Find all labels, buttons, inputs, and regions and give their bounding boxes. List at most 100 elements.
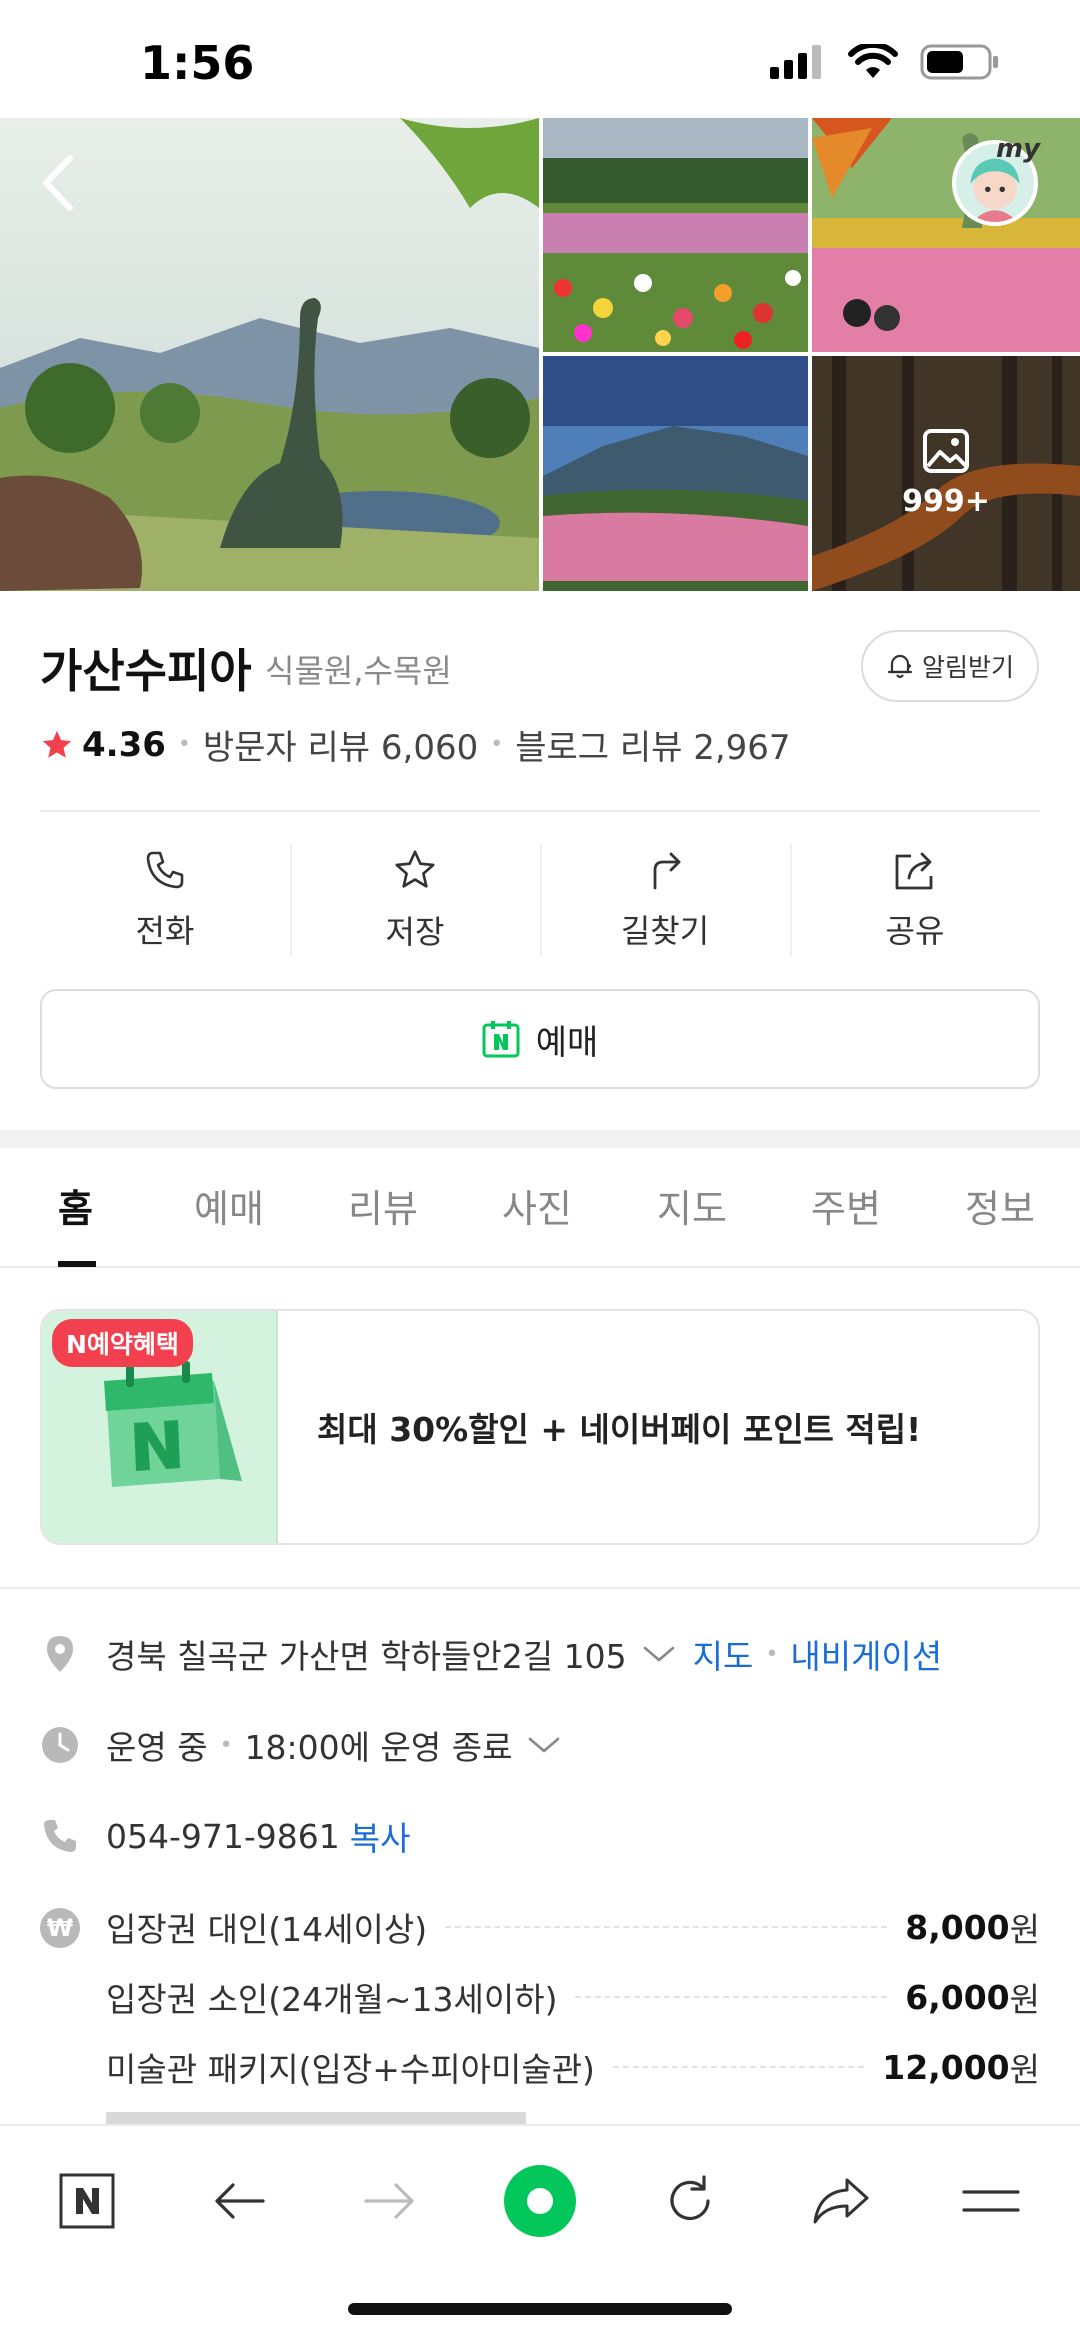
my-label: my	[996, 134, 1041, 164]
call-button[interactable]: 전화	[40, 840, 290, 960]
reserve-label: 예매	[535, 1022, 599, 1063]
save-label: 저장	[385, 913, 445, 951]
price-leader	[445, 1926, 888, 1928]
price-unit: 원	[1009, 2050, 1040, 2089]
save-button[interactable]: 저장	[290, 840, 540, 960]
reserve-button[interactable]: 예매	[40, 989, 1040, 1089]
tab-map[interactable]: 지도	[657, 1178, 727, 1233]
price-amount: 6,000	[905, 1977, 1010, 2017]
price-unit: 원	[1009, 1980, 1040, 2019]
hours-detail: 18:00에 운영 종료	[244, 1728, 513, 1767]
price-leader	[612, 2066, 865, 2068]
phone-number[interactable]: 054-971-9861	[106, 1817, 340, 1856]
location-pin-icon	[47, 1636, 73, 1672]
tab-reservation[interactable]: 예매	[194, 1178, 264, 1233]
clock-icon	[42, 1727, 78, 1763]
copy-phone-button[interactable]: 복사	[350, 1812, 411, 1860]
promo-image: N예약혜택	[42, 1311, 278, 1543]
refresh-button[interactable]	[645, 2156, 735, 2246]
tab-reviews[interactable]: 리뷰	[348, 1178, 418, 1233]
wifi-icon	[848, 44, 898, 78]
share-page-button[interactable]	[796, 2156, 886, 2246]
separator-dot: •	[490, 732, 504, 757]
price-row: 미술관 패키지(입장+수피아미술관) 12,000 원	[106, 2043, 1040, 2091]
price-row: 입장권 소인(24개월~13세이하) 6,000 원	[106, 1973, 1040, 2021]
price-icon: ₩	[40, 1908, 80, 1948]
call-label: 전화	[135, 912, 195, 950]
forward-button[interactable]	[345, 2156, 435, 2246]
action-bar: 전화 저장 길찾기 공유	[40, 840, 1040, 960]
phone-icon	[146, 851, 184, 889]
phone-icon	[44, 1820, 76, 1852]
place-name: 가산수피아	[40, 644, 252, 698]
directions-label: 길찾기	[620, 912, 710, 950]
divider	[40, 810, 1040, 812]
directions-icon	[653, 852, 681, 890]
status-bar: 1:56	[0, 0, 1080, 118]
green-dot-icon	[504, 2165, 576, 2237]
back-button[interactable]	[194, 2156, 284, 2246]
chevron-down-icon[interactable]	[641, 1642, 677, 1666]
divider	[0, 1587, 1080, 1589]
tab-photos[interactable]: 사진	[502, 1178, 572, 1233]
naver-calendar-icon	[482, 1021, 520, 1058]
status-icons	[770, 44, 1000, 80]
rating-score: 4.36	[82, 724, 166, 765]
arrow-right-icon	[364, 2183, 414, 2219]
hours-row: 운영 중 • 18:00에 운영 종료	[40, 1721, 562, 1769]
green-dot-button[interactable]	[495, 2156, 585, 2246]
notification-button[interactable]: 알림받기	[861, 630, 1039, 702]
more-photos-overlay[interactable]: 999+	[812, 356, 1080, 591]
price-name: 입장권 대인(14세이상)	[106, 1910, 428, 1949]
back-icon[interactable]	[30, 148, 86, 218]
bell-icon	[887, 654, 913, 679]
photo-flower-field[interactable]	[543, 118, 808, 352]
rating-star-icon	[42, 730, 72, 758]
address-row: 경북 칠곡군 가산면 학하들안2길 105 지도 • 내비게이션	[40, 1630, 942, 1678]
section-separator	[0, 1130, 1080, 1148]
refresh-icon	[670, 2175, 710, 2221]
price-unit: 원	[1009, 1910, 1040, 1949]
separator-dot: •	[177, 732, 191, 757]
price-amount: 12,000	[882, 2047, 1010, 2087]
blog-reviews-link[interactable]: 블로그 리뷰 2,967	[515, 720, 790, 769]
home-indicator	[348, 2303, 732, 2315]
photo-gallery[interactable]: 999+ my	[0, 118, 1080, 591]
visitor-reviews-link[interactable]: 방문자 리뷰 6,060	[203, 720, 478, 769]
rating-row: 4.36 • 방문자 리뷰 6,060 • 블로그 리뷰 2,967	[40, 720, 791, 769]
separator-dot: •	[219, 1732, 233, 1758]
photo-mountain-field[interactable]	[543, 356, 808, 591]
map-link[interactable]: 지도	[693, 1630, 754, 1678]
promo-banner[interactable]: N예약혜택 최대 30%할인 + 네이버페이 포인트 적립!	[40, 1309, 1040, 1545]
price-name: 미술관 패키지(입장+수피아미술관)	[106, 2050, 595, 2089]
share-button[interactable]: 공유	[790, 840, 1040, 960]
battery-icon	[920, 44, 998, 80]
tab-bar: 홈 예매 리뷰 사진 지도 주변 정보	[0, 1148, 1080, 1268]
menu-icon	[962, 2190, 1020, 2212]
address-text: 경북 칠곡군 가산면 학하들안2길 105	[106, 1637, 627, 1676]
star-icon	[395, 850, 435, 888]
navigation-link[interactable]: 내비게이션	[790, 1630, 942, 1678]
share-icon	[895, 852, 933, 890]
price-name: 입장권 소인(24개월~13세이하)	[106, 1980, 558, 2019]
notification-label: 알림받기	[921, 653, 1014, 682]
tab-home[interactable]: 홈	[58, 1178, 93, 1233]
price-amount: 8,000	[905, 1907, 1010, 1947]
tab-nearby[interactable]: 주변	[811, 1178, 881, 1233]
hours-status: 운영 중	[106, 1728, 208, 1767]
phone-row: 054-971-9861 복사	[40, 1812, 411, 1860]
promo-text: 최대 30%할인 + 네이버페이 포인트 적립!	[317, 1410, 922, 1449]
tab-info[interactable]: 정보	[965, 1178, 1035, 1233]
share-label: 공유	[885, 912, 945, 950]
naver-home-button[interactable]	[42, 2156, 132, 2246]
arrow-left-icon	[215, 2183, 265, 2219]
price-row: 입장권 대인(14세이상) 8,000 원	[106, 1903, 1040, 1951]
menu-button[interactable]	[946, 2156, 1036, 2246]
status-time: 1:56	[140, 36, 255, 90]
promo-badge: N예약혜택	[52, 1319, 193, 1367]
naver-n-icon	[59, 2173, 115, 2229]
chevron-down-icon[interactable]	[526, 1733, 562, 1757]
more-photos-count: 999+	[902, 484, 990, 519]
directions-button[interactable]: 길찾기	[540, 840, 790, 960]
image-icon	[923, 429, 969, 473]
